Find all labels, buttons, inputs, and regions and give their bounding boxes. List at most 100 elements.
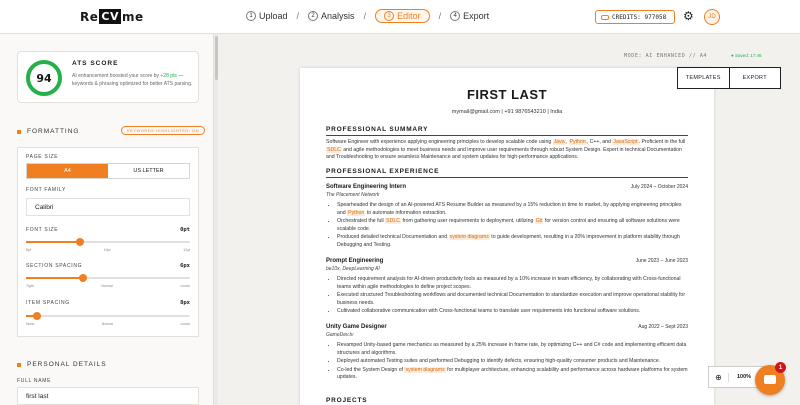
resume-toolbar: TEMPLATES EXPORT xyxy=(677,67,781,89)
page-size-us-letter[interactable]: US LETTER xyxy=(108,164,189,178)
slider-handle[interactable] xyxy=(33,312,42,320)
app-logo[interactable]: Re CV me xyxy=(80,9,144,24)
step-export[interactable]: 4 Export xyxy=(450,11,489,21)
logo-right: me xyxy=(121,9,144,24)
highlighted-keyword: system diagrams xyxy=(448,234,490,241)
job-bullet: Co-led the System Design of system diagr… xyxy=(337,366,688,382)
page-size-toggle: A4 US LETTER xyxy=(26,163,190,179)
tick-label: Loose xyxy=(180,284,190,288)
section-spacing-label: SECTION SPACING xyxy=(26,263,83,269)
credits-text: CREDITS: 977058 xyxy=(612,13,667,21)
keywords-badge[interactable]: KEYWORDS HIGHLIGHTED: ON xyxy=(121,126,206,135)
step-analysis[interactable]: 2 Analysis xyxy=(308,11,355,21)
logo-mark: CV xyxy=(99,9,121,24)
highlighted-keyword: SDLC xyxy=(385,218,401,225)
ats-score-ring: 94 xyxy=(26,60,62,96)
credits-display[interactable]: CREDITS: 977058 xyxy=(595,10,675,24)
step-nav: 1 Upload / 2 Analysis / 3 Editor / 4 Exp… xyxy=(246,9,489,23)
job-bullets: Spearheaded the design of an AI-powered … xyxy=(326,202,688,250)
job-dates: Aug 2022 – Sept 2023 xyxy=(638,324,688,330)
resume-name: FIRST LAST xyxy=(466,87,548,102)
summary-heading: PROFESSIONAL SUMMARY xyxy=(326,126,688,136)
formatting-card: PAGE SIZE A4 US LETTER FONT FAMILY Calib… xyxy=(17,147,199,337)
ats-score-card: 94 ATS SCORE AI enhancement boosted your… xyxy=(17,51,199,103)
item-spacing-label: ITEM SPACING xyxy=(26,300,70,306)
logo-left: Re xyxy=(80,9,99,24)
job-dates: June 2023 – June 2023 xyxy=(635,258,688,264)
highlighted-keyword: system diagrams xyxy=(404,366,446,373)
personal-details-header: PERSONAL DETAILS xyxy=(17,361,107,368)
resume-page[interactable]: FIRST LAST mymail@gmail.com | +91 987654… xyxy=(300,68,714,405)
resume-contact: mymail@gmail.com | +91 9876543210 | Indi… xyxy=(451,109,563,115)
highlighted-keyword: Python xyxy=(347,209,366,216)
full-name-label: FULL NAME xyxy=(17,378,52,384)
section-spacing-ticks: Tight Normal Loose xyxy=(26,284,190,288)
step-label: Editor xyxy=(397,11,421,21)
job-title: Prompt Engineering xyxy=(326,258,384,264)
job-dates: July 2024 – October 2024 xyxy=(630,184,688,190)
credits-icon xyxy=(601,14,609,20)
notification-badge: 1 xyxy=(775,362,786,373)
save-status: ● Saved: 17:46 xyxy=(731,53,762,58)
export-button[interactable]: EXPORT xyxy=(728,68,781,88)
slider-fill xyxy=(26,277,84,279)
sidebar-scroll-thumb[interactable] xyxy=(215,36,218,80)
page-size-a4[interactable]: A4 xyxy=(27,164,108,178)
step-label: Upload xyxy=(259,11,288,21)
tick-label: Loose xyxy=(180,322,190,326)
font-size-ticks: 8pt 10pt 12pt xyxy=(26,248,190,252)
avatar[interactable]: JD xyxy=(704,9,720,25)
slider-handle[interactable] xyxy=(76,238,85,246)
tick-label: Normal xyxy=(101,322,114,326)
step-label: Export xyxy=(463,11,490,21)
step-separator: / xyxy=(363,11,367,21)
item-spacing-slider[interactable] xyxy=(26,312,190,320)
job-bullet: Executed structured Troubleshooting work… xyxy=(337,292,688,307)
job-header: Software Engineering Intern July 2024 – … xyxy=(326,184,688,190)
step-upload[interactable]: 1 Upload xyxy=(246,11,288,21)
sidebar-scrollbar[interactable] xyxy=(214,34,218,405)
page-size-label: PAGE SIZE xyxy=(26,154,59,160)
summary-text: Software Engineer with experience applyi… xyxy=(326,139,686,160)
formatting-header: FORMATTING xyxy=(17,128,80,135)
step-editor[interactable]: 3 Editor xyxy=(375,9,430,23)
ats-desc-pre: AI enhancement boosted your score by xyxy=(72,73,159,79)
zoom-in-icon[interactable]: ⊕ xyxy=(709,372,729,382)
job-bullet: Revamped Unity-based game mechanics as m… xyxy=(337,342,688,357)
highlighted-keyword: SDLC xyxy=(326,146,342,153)
step-number: 1 xyxy=(246,11,256,21)
job-entry: Software Engineering Intern July 2024 – … xyxy=(326,184,688,251)
job-bullet: Orchestrated the full SDLC from gatherin… xyxy=(337,218,688,233)
job-bullets: Directed requirement analysis for AI-dri… xyxy=(326,276,688,316)
font-size-value: 0pt xyxy=(180,227,190,233)
font-family-select[interactable]: Calibri xyxy=(26,198,190,216)
step-label: Analysis xyxy=(321,11,355,21)
job-header: Unity Game Designer Aug 2022 – Sept 2023 xyxy=(326,324,688,330)
tick-label: 12pt xyxy=(183,248,190,252)
step-number: 2 xyxy=(308,11,319,21)
job-header: Prompt Engineering June 2023 – June 2023 xyxy=(326,258,688,264)
font-size-slider[interactable] xyxy=(26,238,190,246)
job-entry: Prompt Engineering June 2023 – June 2023… xyxy=(326,258,688,317)
tick-label: Normal xyxy=(101,284,113,288)
experience-heading: PROFESSIONAL EXPERIENCE xyxy=(326,168,688,178)
section-spacing-slider[interactable] xyxy=(26,274,190,282)
job-entry: Unity Game Designer Aug 2022 – Sept 2023… xyxy=(326,324,688,383)
gear-icon[interactable]: ⚙ xyxy=(683,10,695,22)
job-bullet: Cultivated collaborative communication w… xyxy=(337,308,688,316)
ats-title: ATS SCORE xyxy=(72,60,119,67)
item-spacing-ticks: None Normal Loose xyxy=(26,322,190,326)
highlighted-keyword: JavaScript xyxy=(612,139,639,145)
font-family-label: FONT FAMILY xyxy=(26,187,67,193)
highlighted-keyword: Python xyxy=(568,139,587,145)
slider-handle[interactable] xyxy=(79,274,88,282)
section-spacing-value: 6px xyxy=(180,263,190,269)
zoom-value: 100% xyxy=(737,374,752,380)
font-size-label: FONT SIZE xyxy=(26,227,59,233)
templates-button[interactable]: TEMPLATES xyxy=(678,68,729,88)
step-separator: / xyxy=(438,11,442,21)
tick-label: Tight xyxy=(26,284,34,288)
full-name-input[interactable]: first last xyxy=(17,387,199,405)
editor-sidebar: 94 ATS SCORE AI enhancement boosted your… xyxy=(0,34,214,405)
personal-details-title: PERSONAL DETAILS xyxy=(27,361,107,368)
